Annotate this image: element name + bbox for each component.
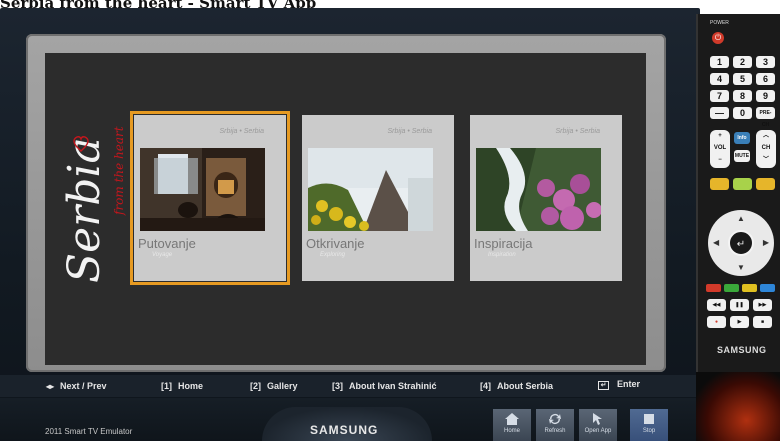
menu-about-ivan[interactable]: [3] About Ivan Strahinić <box>332 381 437 391</box>
play-icon[interactable]: ▶ <box>730 316 749 328</box>
emulator-label: 2011 Smart TV Emulator <box>45 427 133 436</box>
card-photo-exploring <box>308 148 433 231</box>
ch-label: CH <box>761 145 771 151</box>
fast-forward-icon[interactable]: ▶▶ <box>753 299 772 311</box>
remote-control: POWER ⏻ 1 2 3 4 5 6 7 8 9 — 0 PRE-CH + V… <box>696 14 780 372</box>
menu-label: Next / Prev <box>60 381 107 391</box>
remote-green-key[interactable] <box>724 284 739 292</box>
remote-source-button[interactable] <box>756 178 775 190</box>
enter-icon[interactable]: ↵ <box>728 230 754 256</box>
tv-brand-logo: SAMSUNG <box>310 423 379 437</box>
card-inspiracija[interactable]: Srbija • Serbia Inspiracija Inspiration <box>470 115 622 281</box>
remote-key-6[interactable]: 6 <box>756 73 775 85</box>
remote-key-3[interactable]: 3 <box>756 56 775 68</box>
menu-key: [1] <box>161 381 172 391</box>
menu-label: Enter <box>617 379 641 389</box>
card-putovanje[interactable]: Srbija • Serbia Putovanje Voyage <box>130 111 290 285</box>
remote-blue-key[interactable] <box>760 284 775 292</box>
card-subtitle: Exploring <box>320 252 346 258</box>
remote-key-0[interactable]: 0 <box>733 107 752 119</box>
remote-key-9[interactable]: 9 <box>756 90 775 102</box>
enter-key-icon: ↵ <box>598 381 609 390</box>
left-right-arrows-icon: ◂▸ <box>46 382 55 391</box>
dpad-down-icon[interactable]: ▼ <box>737 263 745 272</box>
card-header: Srbija • Serbia <box>219 128 264 135</box>
menu-next-prev[interactable]: ◂▸ Next / Prev <box>46 381 107 391</box>
stop-button[interactable]: Stop <box>630 409 668 441</box>
remote-key-2[interactable]: 2 <box>733 56 752 68</box>
refresh-button[interactable]: Refresh <box>536 409 574 441</box>
menu-about-serbia[interactable]: [4] About Serbia <box>480 381 553 391</box>
stop-icon <box>644 414 654 424</box>
remote-key-7[interactable]: 7 <box>710 90 729 102</box>
remote-yellow-key[interactable] <box>742 284 757 292</box>
channel-rocker[interactable]: ︿ CH ﹀ <box>756 130 776 168</box>
home-button[interactable]: Home <box>493 409 531 441</box>
dpad-right-icon[interactable]: ▶ <box>763 238 769 247</box>
card-title: Putovanje <box>138 236 196 251</box>
menu-gallery[interactable]: [2] Gallery <box>250 381 298 391</box>
menu-key: [3] <box>332 381 343 391</box>
card-header: Srbija • Serbia <box>387 128 432 135</box>
card-photo-inspiration <box>476 148 601 231</box>
mute-button[interactable]: MUTE <box>734 150 750 162</box>
stop-media-icon[interactable]: ■ <box>753 316 772 328</box>
remote-menu-button[interactable] <box>733 178 752 190</box>
card-subtitle: Voyage <box>152 252 173 258</box>
menu-label: Home <box>178 381 204 391</box>
home-icon <box>505 413 519 425</box>
card-photo-voyage <box>140 148 265 231</box>
card-otkrivanje[interactable]: Srbija • Serbia Otkrivanje Exploring <box>302 115 454 281</box>
remote-brand: SAMSUNG <box>717 345 767 355</box>
remote-key-8[interactable]: 8 <box>733 90 752 102</box>
dpad-up-icon[interactable]: ▲ <box>737 214 745 223</box>
power-button[interactable]: ⏻ <box>712 32 724 44</box>
rewind-icon[interactable]: ◀◀ <box>707 299 726 311</box>
remote-key-1[interactable]: 1 <box>710 56 729 68</box>
dpad-left-icon[interactable]: ◀ <box>713 238 719 247</box>
serbia-logo: Serbia from the heart <box>59 126 126 283</box>
remote-backdrop <box>696 372 780 441</box>
vol-up-icon: + <box>718 133 722 139</box>
card-subtitle: Inspiration <box>488 252 516 258</box>
power-icon: ⏻ <box>714 33 722 42</box>
volume-rocker[interactable]: + VOL − <box>710 130 730 168</box>
remote-key-4[interactable]: 4 <box>710 73 729 85</box>
menu-key: [2] <box>250 381 261 391</box>
ch-down-icon: ﹀ <box>762 157 769 163</box>
remote-red-key[interactable] <box>706 284 721 292</box>
menu-home[interactable]: [1] Home <box>161 381 203 391</box>
vol-label: VOL <box>713 145 727 151</box>
menu-key: [4] <box>480 381 491 391</box>
card-title: Otkrivanje <box>306 236 365 251</box>
vol-down-icon: − <box>718 157 722 163</box>
dpad[interactable]: ▲ ▼ ◀ ▶ ↵ <box>708 210 774 276</box>
record-icon[interactable]: ● <box>707 316 726 328</box>
card-header: Srbija • Serbia <box>555 128 600 135</box>
page-title: Serbia from the heart - Smart TV App <box>0 0 700 8</box>
ch-up-icon: ︿ <box>762 133 769 139</box>
card-title: Inspiracija <box>474 236 533 251</box>
remote-key-5[interactable]: 5 <box>733 73 752 85</box>
refresh-icon <box>549 414 561 424</box>
menu-label: About Serbia <box>497 381 554 391</box>
remote-key-prech[interactable]: PRE-CH <box>756 107 775 128</box>
menu-enter[interactable]: ↵ Enter <box>598 379 640 390</box>
button-label: Refresh <box>544 428 566 434</box>
open-app-icon <box>593 413 602 425</box>
info-button[interactable]: Info <box>734 132 750 144</box>
remote-key-dash[interactable]: — <box>710 107 729 119</box>
menu-label: Gallery <box>267 381 298 391</box>
logo-main-text: Serbia <box>59 137 110 283</box>
menu-bar: ◂▸ Next / Prev [1] Home [2] Gallery [3] Abou… <box>0 375 700 397</box>
pause-icon[interactable]: ❚❚ <box>730 299 749 311</box>
button-label: Open App <box>584 428 612 434</box>
remote-smart-button[interactable] <box>710 178 729 190</box>
logo-tagline-text: from the heart <box>112 126 126 216</box>
menu-label: About Ivan Strahinić <box>349 381 437 391</box>
power-label: POWER <box>710 20 729 26</box>
open-app-button[interactable]: Open App <box>579 409 617 441</box>
button-label: Home <box>503 428 520 434</box>
button-label: Stop <box>642 428 656 434</box>
